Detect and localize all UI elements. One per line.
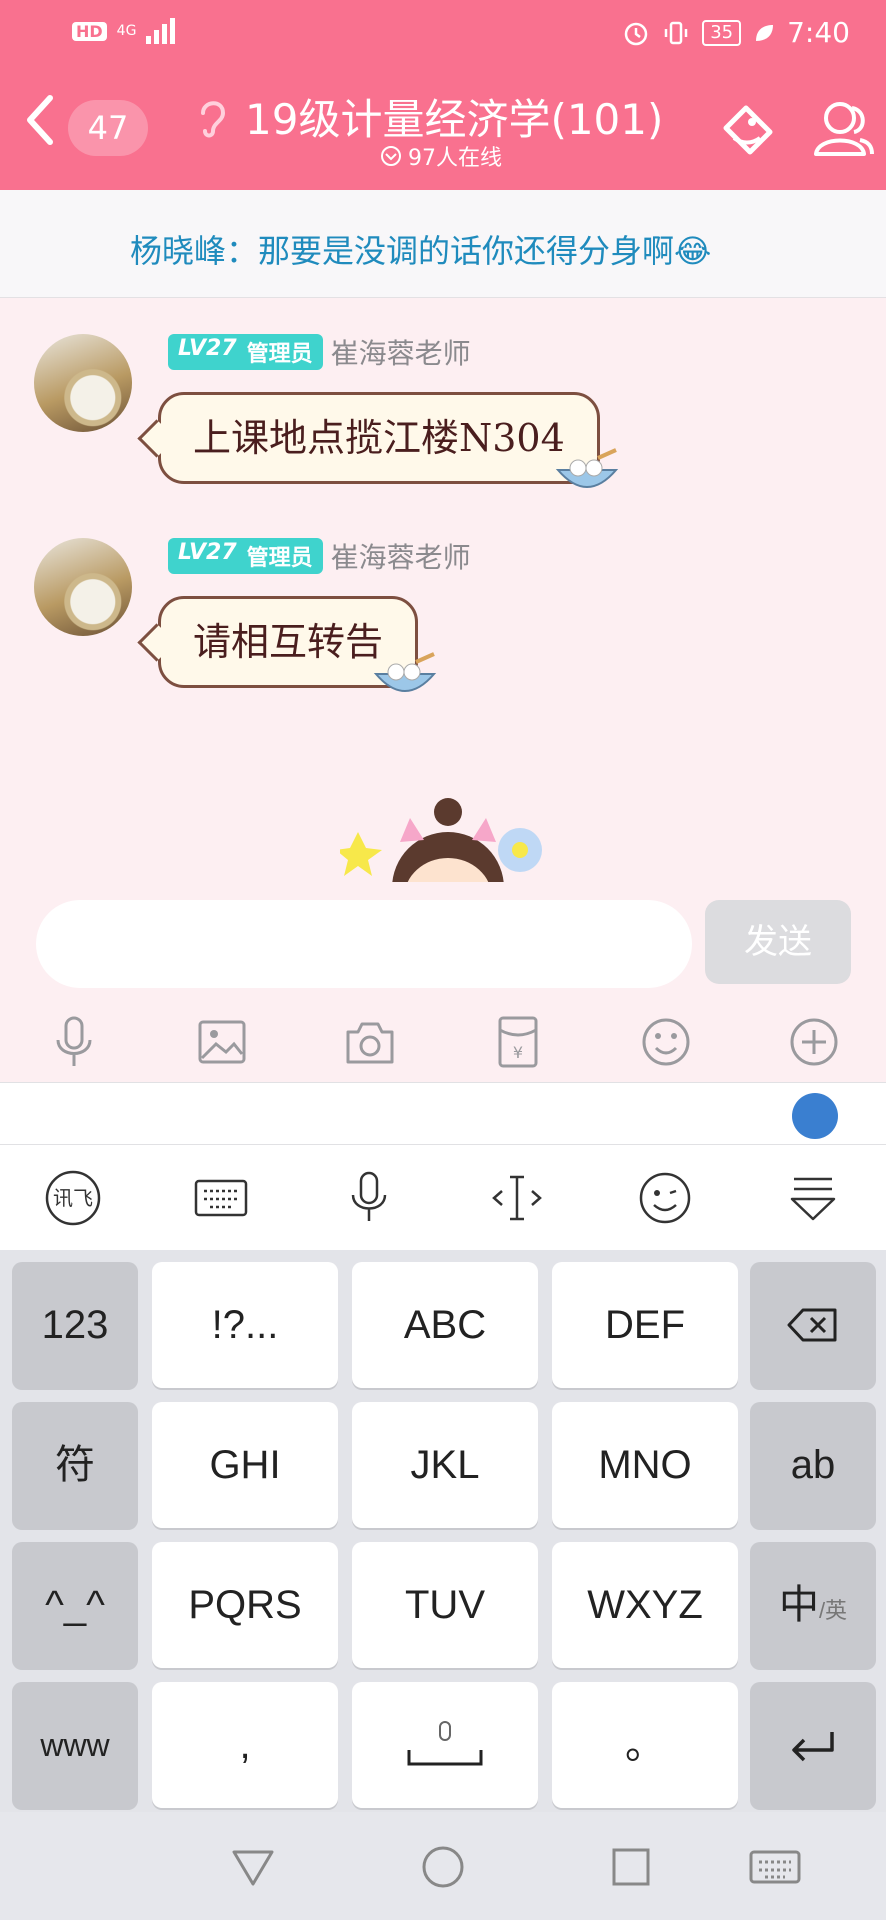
- key-comma[interactable]: ,: [152, 1682, 338, 1808]
- svg-text:讯飞: 讯飞: [53, 1186, 93, 1210]
- mic-icon[interactable]: [46, 1014, 102, 1070]
- sender-name[interactable]: 崔海蓉老师: [331, 332, 471, 372]
- enter-key[interactable]: [750, 1682, 876, 1808]
- sender-name[interactable]: 崔海蓉老师: [331, 536, 471, 576]
- red-packet-icon[interactable]: ¥: [490, 1014, 546, 1070]
- level-badge: LV27 管理员: [168, 538, 323, 574]
- online-status: 97人在线: [380, 140, 502, 172]
- key-lang-switch[interactable]: 中/英: [750, 1542, 876, 1668]
- announcement-banner[interactable]: 杨晓峰：那要是没调的话你还得分身啊😂: [0, 190, 886, 298]
- avatar[interactable]: [34, 334, 132, 432]
- chat-title-text: 19级计量经济学(101): [245, 95, 664, 144]
- backspace-key[interactable]: [750, 1262, 876, 1388]
- key-abc[interactable]: ABC: [352, 1262, 538, 1388]
- lang-sub: /英: [818, 1598, 848, 1623]
- composer-toolbar: ¥: [0, 1000, 886, 1084]
- group-members-icon[interactable]: [806, 92, 878, 164]
- unread-count-badge[interactable]: 47: [68, 100, 148, 156]
- chat-message: LV27 管理员 崔海蓉老师 请相互转告: [0, 502, 886, 692]
- network-label: 4G: [116, 23, 137, 39]
- composer: 发送 ¥: [0, 882, 886, 1082]
- chat-title[interactable]: 19级计量经济学(101): [195, 86, 663, 147]
- message-bubble[interactable]: 上课地点揽江楼N304: [158, 392, 600, 484]
- message-input[interactable]: [36, 900, 692, 988]
- back-triangle-icon[interactable]: [228, 1842, 278, 1892]
- key-mno[interactable]: MNO: [552, 1402, 738, 1528]
- status-bar: HD 4G 35 7:40: [0, 0, 886, 64]
- camera-icon[interactable]: [342, 1014, 398, 1070]
- keyboard-hide-icon[interactable]: [748, 1842, 802, 1892]
- chat-message: LV27 管理员 崔海蓉老师 上课地点揽江楼N304: [0, 298, 886, 488]
- emoji-icon[interactable]: [638, 1014, 694, 1070]
- key-pqrs[interactable]: PQRS: [152, 1542, 338, 1668]
- key-jkl[interactable]: JKL: [352, 1402, 538, 1528]
- share-tag-icon[interactable]: [712, 92, 784, 164]
- level-badge: LV27 管理员: [168, 334, 323, 370]
- recents-square-icon[interactable]: [606, 1842, 656, 1892]
- svg-text:¥: ¥: [513, 1043, 523, 1062]
- vibrate-icon: [664, 21, 688, 44]
- key-punctuation[interactable]: !?...: [152, 1262, 338, 1388]
- keyboard: 123 !?... ABC DEF 符 GHI JKL MNO ab ^_^ P…: [0, 1250, 886, 1812]
- ime-mascot-icon[interactable]: [792, 1093, 838, 1139]
- battery-icon: 35: [702, 19, 742, 46]
- key-ab[interactable]: ab: [750, 1402, 876, 1528]
- backspace-icon: [787, 1308, 837, 1342]
- dumpling-bowl-icon: [555, 448, 619, 488]
- key-wxyz[interactable]: WXYZ: [552, 1542, 738, 1668]
- keyboard-icon[interactable]: [192, 1169, 250, 1227]
- space-mic-icon: [407, 1721, 483, 1766]
- mic-icon[interactable]: [340, 1169, 398, 1227]
- space-key[interactable]: [352, 1682, 538, 1808]
- ime-candidate-bar: [0, 1082, 886, 1144]
- home-circle-icon[interactable]: [418, 1842, 468, 1892]
- key-kaomoji[interactable]: ^_^: [12, 1542, 138, 1668]
- back-arrow-icon[interactable]: [18, 90, 62, 150]
- leaf-icon: [756, 24, 774, 41]
- level-label: LV27: [178, 336, 237, 361]
- hd-icon: HD: [72, 21, 107, 41]
- alarm-icon: [624, 22, 648, 45]
- ime-toolbar: 讯飞: [0, 1144, 886, 1250]
- chevron-circle-icon: [381, 146, 401, 166]
- online-count: 97人在线: [408, 146, 502, 171]
- key-www[interactable]: www: [12, 1682, 138, 1808]
- send-button[interactable]: 发送: [705, 900, 851, 984]
- collapse-icon[interactable]: [784, 1169, 842, 1227]
- signal-icon: [146, 18, 178, 44]
- key-tuv[interactable]: TUV: [352, 1542, 538, 1668]
- dumpling-bowl-icon: [373, 652, 437, 692]
- key-def[interactable]: DEF: [552, 1262, 738, 1388]
- key-ghi[interactable]: GHI: [152, 1402, 338, 1528]
- ear-icon: [201, 100, 226, 137]
- avatar[interactable]: [34, 538, 132, 636]
- role-label: 管理员: [246, 546, 313, 571]
- key-symbols[interactable]: 符: [12, 1402, 138, 1528]
- role-label: 管理员: [246, 342, 313, 367]
- key-period[interactable]: 。: [552, 1682, 738, 1808]
- enter-icon: [792, 1732, 834, 1762]
- key-123[interactable]: 123: [12, 1262, 138, 1388]
- cursor-icon[interactable]: [488, 1169, 546, 1227]
- header: HD 4G 35 7:40 47 19级计量经济学(101) 97人在线: [0, 0, 886, 190]
- emoji-icon[interactable]: [636, 1169, 694, 1227]
- announcement-text: 杨晓峰：那要是没调的话你还得分身啊😂: [130, 232, 712, 270]
- lang-main: 中: [778, 1583, 819, 1627]
- navigation-bar: [0, 1812, 886, 1920]
- xunfei-logo-icon[interactable]: 讯飞: [44, 1169, 102, 1227]
- image-icon[interactable]: [194, 1014, 250, 1070]
- clock: 7:40: [787, 16, 850, 49]
- plus-icon[interactable]: [786, 1014, 842, 1070]
- level-label: LV27: [178, 540, 237, 565]
